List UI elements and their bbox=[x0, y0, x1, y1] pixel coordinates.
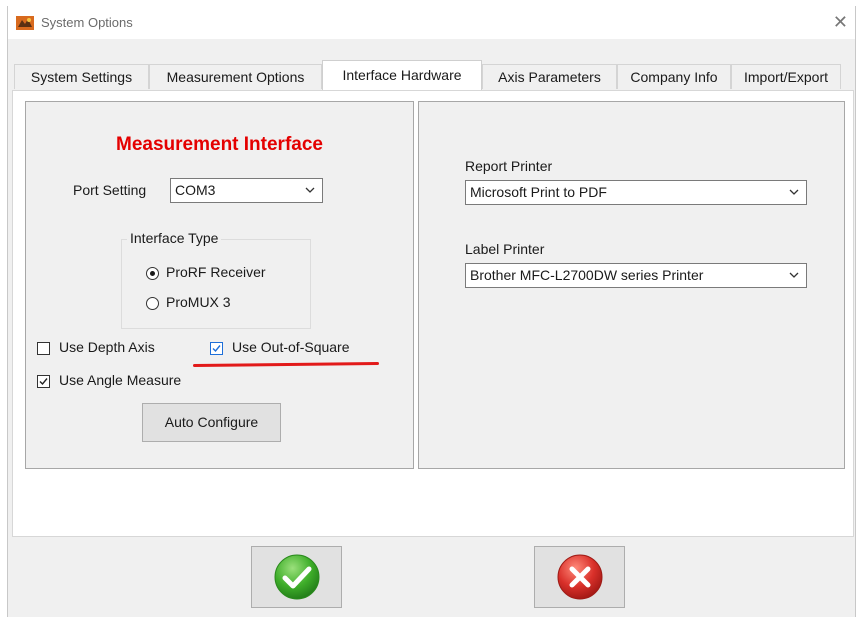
use-out-of-square-label: Use Out-of-Square bbox=[232, 339, 350, 355]
app-icon bbox=[16, 16, 34, 30]
port-setting-value: COM3 bbox=[175, 182, 216, 198]
window-title: System Options bbox=[41, 15, 133, 30]
promux3-label: ProMUX 3 bbox=[166, 294, 231, 310]
port-setting-select[interactable]: COM3 bbox=[170, 178, 323, 203]
close-icon[interactable]: ✕ bbox=[833, 12, 848, 32]
tab-system-settings[interactable]: System Settings bbox=[14, 64, 149, 89]
tab-company-info[interactable]: Company Info bbox=[617, 64, 731, 89]
tab-import-export[interactable]: Import/Export bbox=[731, 64, 841, 89]
auto-configure-button[interactable]: Auto Configure bbox=[142, 403, 281, 442]
measurement-interface-title: Measurement Interface bbox=[116, 134, 323, 155]
chevron-down-icon bbox=[789, 272, 799, 278]
report-printer-select[interactable]: Microsoft Print to PDF bbox=[465, 180, 807, 205]
interface-type-group: Interface Type ProRF Receiver ProMUX 3 bbox=[121, 230, 311, 329]
ok-button[interactable] bbox=[251, 546, 342, 608]
interface-type-label: Interface Type bbox=[127, 230, 222, 246]
green-check-icon bbox=[274, 554, 320, 600]
use-depth-axis-label: Use Depth Axis bbox=[59, 339, 155, 355]
tab-interface-hardware[interactable]: Interface Hardware bbox=[322, 60, 482, 90]
tab-measurement-options[interactable]: Measurement Options bbox=[149, 64, 322, 89]
report-printer-label: Report Printer bbox=[465, 158, 553, 174]
chevron-down-icon bbox=[789, 189, 799, 195]
red-x-icon bbox=[557, 554, 603, 600]
report-printer-value: Microsoft Print to PDF bbox=[470, 184, 607, 200]
label-printer-value: Brother MFC-L2700DW series Printer bbox=[470, 267, 704, 283]
tab-pane-interface-hardware: Measurement Interface Port Setting COM3 … bbox=[12, 90, 854, 537]
prorf-receiver-label: ProRF Receiver bbox=[166, 264, 266, 280]
cancel-button[interactable] bbox=[534, 546, 625, 608]
use-out-of-square-checkbox[interactable] bbox=[210, 342, 223, 355]
printers-group: Report Printer Microsoft Print to PDF La… bbox=[418, 101, 845, 469]
tab-strip: System Settings Measurement Options Inte… bbox=[8, 60, 855, 91]
label-printer-select[interactable]: Brother MFC-L2700DW series Printer bbox=[465, 263, 807, 288]
port-setting-label: Port Setting bbox=[73, 182, 147, 198]
checkmark-icon bbox=[39, 378, 48, 386]
measurement-interface-group: Measurement Interface Port Setting COM3 … bbox=[25, 101, 414, 469]
prorf-receiver-radio[interactable] bbox=[146, 267, 159, 280]
tab-axis-parameters[interactable]: Axis Parameters bbox=[482, 64, 617, 89]
checkmark-icon bbox=[212, 345, 221, 353]
label-printer-label: Label Printer bbox=[465, 241, 545, 257]
title-bar: System Options ✕ bbox=[8, 6, 855, 39]
system-options-window: System Options ✕ System Settings Measure… bbox=[7, 6, 856, 617]
use-depth-axis-checkbox[interactable] bbox=[37, 342, 50, 355]
use-angle-measure-label: Use Angle Measure bbox=[59, 372, 182, 388]
promux3-radio[interactable] bbox=[146, 297, 159, 310]
use-angle-measure-checkbox[interactable] bbox=[37, 375, 50, 388]
chevron-down-icon bbox=[305, 187, 315, 193]
